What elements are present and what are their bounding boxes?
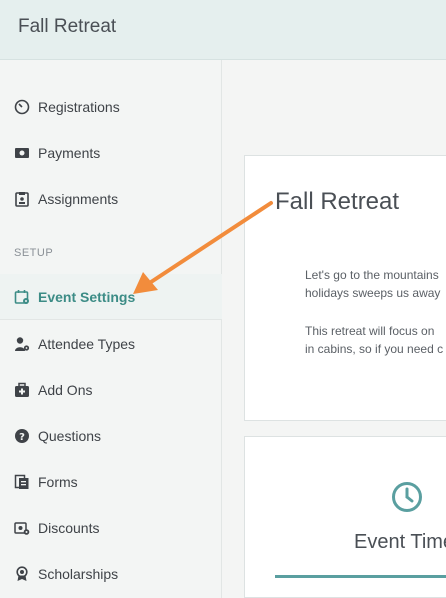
app-header: Fall Retreat (0, 0, 446, 60)
sidebar-item-label: Registrations (38, 99, 120, 115)
sidebar-item-label: Scholarships (38, 566, 119, 582)
sidebar-item-label: Event Settings (38, 288, 136, 305)
sidebar-item-label: Questions (38, 428, 102, 444)
assignment-icon (14, 191, 30, 207)
sidebar-item-questions[interactable]: ? Questions (0, 413, 222, 459)
sidebar-item-label: Attendee Types (38, 336, 136, 352)
sidebar-item-discounts[interactable]: Discounts (0, 505, 222, 551)
question-circle-icon: ? (14, 428, 30, 444)
medkit-icon (14, 382, 30, 398)
forms-icon (14, 474, 30, 490)
timeline-title: Event Time (354, 531, 446, 553)
sidebar-item-event-settings[interactable]: Event Settings (0, 274, 222, 320)
clock-icon (391, 481, 423, 518)
setup-section-label: SETUP (14, 247, 54, 259)
user-gear-icon (14, 336, 30, 352)
event-timeline-card[interactable]: Event Time (244, 436, 446, 598)
sidebar: Registrations Payments Assignments SETUP… (0, 60, 222, 598)
sidebar-item-assignments[interactable]: Assignments (0, 176, 222, 222)
description-line: holidays sweeps us away (305, 286, 441, 300)
money-icon (14, 145, 30, 161)
event-summary-card: Fall Retreat Let's go to the mountains h… (244, 155, 446, 421)
timeline-underline (275, 575, 446, 578)
sidebar-item-label: Forms (38, 474, 78, 490)
sidebar-item-payments[interactable]: Payments (0, 130, 222, 176)
gauge-icon (14, 99, 30, 115)
description-line: This retreat will focus on (305, 324, 435, 338)
card-title: Fall Retreat (275, 188, 400, 215)
description-line: Let's go to the mountains (305, 268, 439, 282)
sidebar-item-attendee-types[interactable]: Attendee Types (0, 321, 222, 367)
sidebar-item-label: Payments (38, 145, 101, 161)
svg-text:?: ? (19, 432, 25, 443)
sidebar-item-forms[interactable]: Forms (0, 459, 222, 505)
sidebar-item-add-ons[interactable]: Add Ons (0, 367, 222, 413)
sidebar-item-label: Discounts (38, 520, 100, 536)
sidebar-item-label: Add Ons (38, 382, 93, 398)
award-icon (14, 566, 30, 582)
sidebar-item-label: Assignments (38, 191, 119, 207)
description-line: in cabins, so if you need c (305, 342, 444, 356)
sidebar-item-scholarships[interactable]: Scholarships (0, 551, 222, 597)
calendar-gear-icon (14, 289, 30, 305)
event-title: Fall Retreat (18, 16, 117, 37)
sidebar-item-registrations[interactable]: Registrations (0, 84, 222, 130)
discount-icon (14, 520, 30, 536)
